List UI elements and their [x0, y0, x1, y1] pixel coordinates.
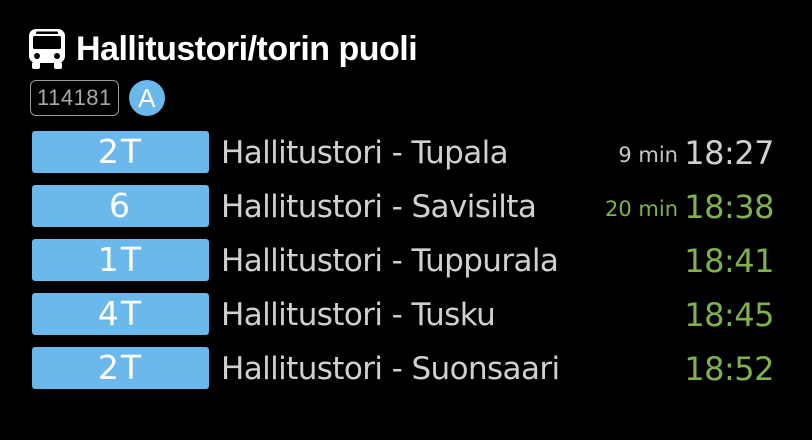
- departure-time: 18:27: [684, 134, 774, 172]
- minutes-until-departure: 9 min: [618, 143, 678, 167]
- stop-meta: 114181 A: [30, 79, 165, 117]
- departure-list: 2T Hallitustori - Tupala 9 min 18:27 6 H…: [32, 130, 782, 400]
- departure-time: 18:52: [684, 350, 774, 388]
- departure-row: 2T Hallitustori - Tupala 9 min 18:27: [32, 130, 782, 184]
- route-badge: 4T: [32, 293, 209, 335]
- destination-label: Hallitustori - Tuppurala: [221, 243, 559, 279]
- departure-time: 18:38: [684, 188, 774, 226]
- departure-row: 6 Hallitustori - Savisilta 20 min 18:38: [32, 184, 782, 238]
- stop-code-badge: 114181: [30, 80, 119, 116]
- stop-header: Hallitustori/torin puoli: [28, 24, 418, 74]
- destination-label: Hallitustori - Savisilta: [221, 189, 537, 225]
- departure-row: 4T Hallitustori - Tusku 18:45: [32, 292, 782, 346]
- departure-time: 18:41: [684, 242, 774, 280]
- route-badge: 6: [32, 185, 209, 227]
- route-badge: 2T: [32, 131, 209, 173]
- page-title: Hallitustori/torin puoli: [76, 29, 418, 68]
- zone-badge: A: [128, 80, 165, 116]
- route-badge: 2T: [32, 347, 209, 389]
- destination-label: Hallitustori - Tusku: [221, 297, 496, 333]
- departure-row: 1T Hallitustori - Tuppurala 18:41: [32, 238, 782, 292]
- destination-label: Hallitustori - Tupala: [221, 135, 509, 171]
- minutes-until-departure: 20 min: [605, 197, 678, 221]
- departure-row: 2T Hallitustori - Suonsaari 18:52: [32, 346, 782, 400]
- destination-label: Hallitustori - Suonsaari: [221, 351, 560, 387]
- departure-time: 18:45: [684, 296, 774, 334]
- route-badge: 1T: [32, 239, 209, 281]
- bus-icon: [28, 27, 68, 71]
